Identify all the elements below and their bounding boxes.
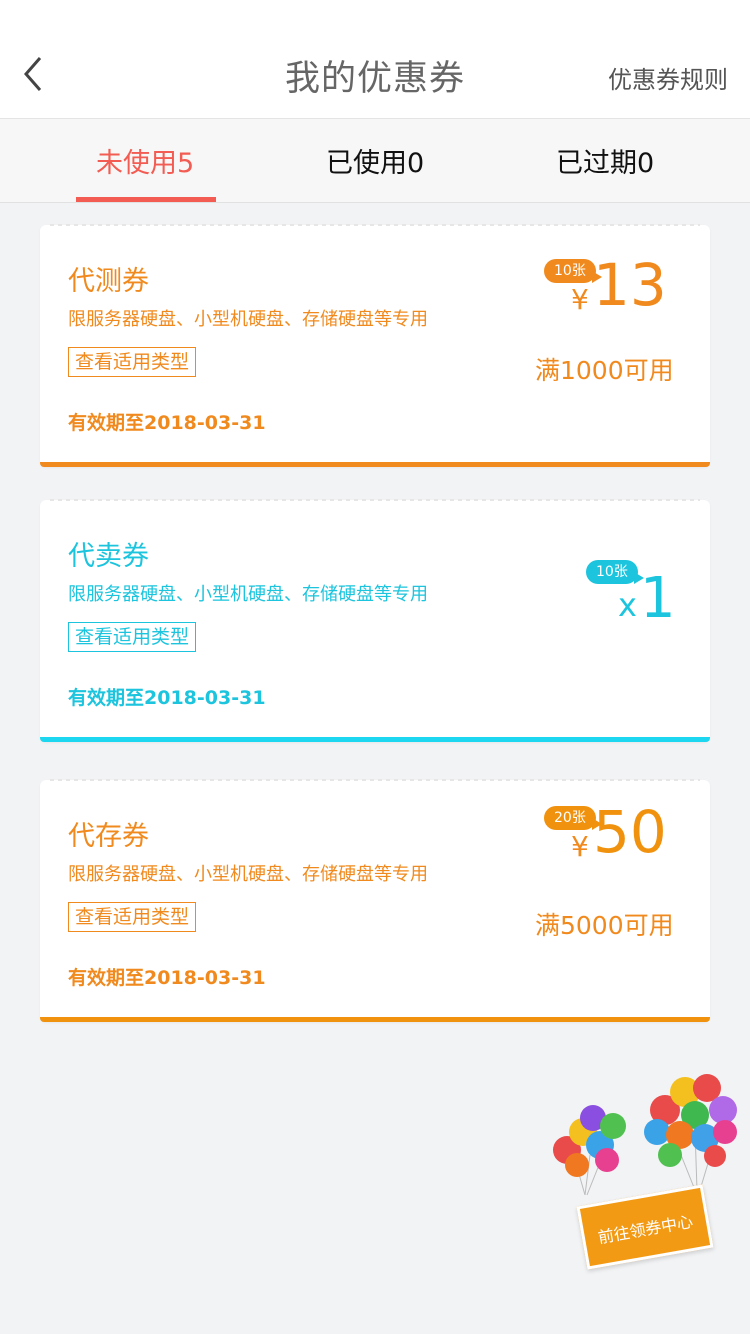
view-types-button[interactable]: 查看适用类型 [68,622,197,652]
coupon-amount: 50 [593,798,667,866]
coupon-name: 代存券 [68,821,149,852]
coupon-amount: 13 [593,251,667,319]
view-types-button[interactable]: 查看适用类型 [68,347,197,377]
multiplier-symbol: x [618,586,637,624]
coupon-center-label: 前往领券中心 [596,1211,695,1248]
coupon-bottom-stripe [40,462,710,467]
coupon-center-promo[interactable]: 前往领券中心 [545,1070,745,1270]
coupon-bottom-stripe [40,737,710,742]
coupon-card-sell[interactable]: 代卖券 限服务器硬盘、小型机硬盘、存储硬盘等专用 查看适用类型 有效期至2018… [40,499,710,742]
tab-used[interactable]: 已使用0 [326,141,424,180]
coupon-name: 代测券 [68,266,149,297]
coupon-name: 代卖券 [68,541,149,572]
coupon-count-badge: 10张 [544,259,602,283]
coupon-rules-link[interactable]: 优惠券规则 [608,60,728,95]
coupon-count-badge: 10张 [586,560,644,584]
view-types-button[interactable]: 查看适用类型 [68,902,197,932]
coupon-validity: 有效期至2018-03-31 [68,687,266,709]
balloons-icon [553,1074,737,1196]
coupon-desc: 限服务器硬盘、小型机硬盘、存储硬盘等专用 [68,309,428,330]
coupon-condition: 满5000可用 [535,911,674,940]
nav-bar: 我的优惠券 优惠券规则 [0,0,750,119]
coupon-card-store[interactable]: 代存券 限服务器硬盘、小型机硬盘、存储硬盘等专用 查看适用类型 有效期至2018… [40,779,710,1022]
coupon-card-test[interactable]: 代测券 限服务器硬盘、小型机硬盘、存储硬盘等专用 查看适用类型 有效期至2018… [40,224,710,467]
coupon-condition: 满1000可用 [535,356,674,385]
coupon-amount: 1 [640,566,676,631]
coupon-validity: 有效期至2018-03-31 [68,967,266,989]
coupon-count-badge: 20张 [544,806,602,830]
coupon-desc: 限服务器硬盘、小型机硬盘、存储硬盘等专用 [68,584,428,605]
active-tab-indicator [76,197,216,202]
coupon-desc: 限服务器硬盘、小型机硬盘、存储硬盘等专用 [68,864,428,885]
currency-symbol: ¥ [571,830,589,863]
coupon-validity: 有效期至2018-03-31 [68,412,266,434]
coupon-tabs: 未使用5 已使用0 已过期0 [0,119,750,203]
tab-expired[interactable]: 已过期0 [556,141,654,180]
coupon-bottom-stripe [40,1017,710,1022]
tab-unused[interactable]: 未使用5 [96,141,194,180]
currency-symbol: ¥ [571,283,589,316]
